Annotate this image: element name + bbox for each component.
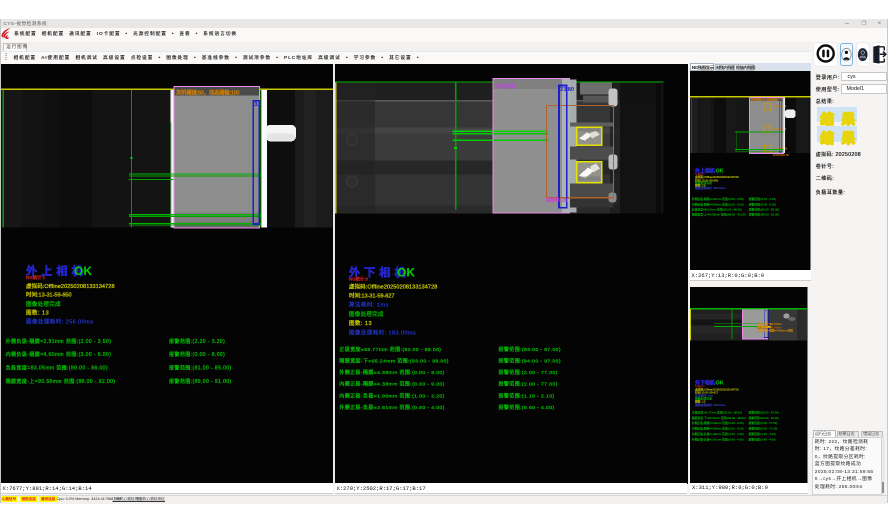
- svg-text:OK: OK: [397, 265, 415, 279]
- svg-text:隔膜宽度-下=95.24mm 范围:(93.00 - 98.: 隔膜宽度-下=95.24mm 范围:(93.00 - 98.00): [339, 357, 449, 364]
- svg-text:NG统计:0: NG统计:0: [349, 275, 369, 282]
- svg-text:隔膜宽度-下=95.24mm 范围:(93.00 - 98.: 隔膜宽度-下=95.24mm 范围:(93.00 - 98.00): [692, 415, 746, 419]
- svg-text:OK: OK: [716, 380, 724, 386]
- svg-text:图数: 13: 图数: 13: [349, 319, 372, 327]
- svg-text:OK: OK: [74, 264, 92, 278]
- svg-text:报警范围:(0.60 - 4.00): 报警范围:(0.60 - 4.00): [498, 403, 554, 410]
- svg-text:隔膜宽度-上=90.56mm 范围:(88.00 - 92.: 隔膜宽度-上=90.56mm 范围:(88.00 - 92.00): [6, 377, 116, 384]
- svg-text:外侧正极-隔膜=4.38mm 范围:(0.00 - 9.00: 外侧正极-隔膜=4.38mm 范围:(0.00 - 9.00): [692, 421, 744, 425]
- svg-text:图像处理耗时: 183.00ms: 图像处理耗时: 183.00ms: [349, 328, 416, 336]
- svg-text:虚拟码:Offline20250208133134728: 虚拟码:Offline20250208133134728: [26, 281, 115, 289]
- svg-text:图像处理完成: 图像处理完成: [349, 309, 384, 317]
- svg-text:报警范围:(1.10 - 2.10): 报警范围:(1.10 - 2.10): [749, 432, 776, 436]
- svg-text:报警范围:(83.00 - 87.00): 报警范围:(83.00 - 87.00): [498, 345, 560, 352]
- svg-text:正极宽度=83.77mm 范围:(82.00 - 88.00: 正极宽度=83.77mm 范围:(82.00 - 88.00): [339, 345, 441, 352]
- svg-text:灰阶阈值:93,动态阈值:100: 灰阶阈值:93,动态阈值:100: [751, 98, 784, 102]
- svg-text:13.64 8x3.78: 13.64 8x3.78: [773, 153, 790, 157]
- svg-text:报警范围:(2.20 - 3.20): 报警范围:(2.20 - 3.20): [169, 337, 225, 344]
- svg-text:时间:13-31-59-650: 时间:13-31-59-650: [26, 290, 72, 298]
- svg-text:报警范围:(94.00 - 97.00): 报警范围:(94.00 - 97.00): [498, 357, 560, 364]
- svg-text:图像处理耗时: 183.00ms: 图像处理耗时: 183.00ms: [695, 402, 726, 406]
- svg-text:图像处理耗时: 256.00ms: 图像处理耗时: 256.00ms: [26, 317, 93, 325]
- svg-text:OK: OK: [716, 169, 724, 175]
- svg-text:报警范围:(2.00 - 77.00): 报警范围:(2.00 - 77.00): [498, 380, 557, 387]
- svg-text:灰阶阈值:93，动态阈值:100: 灰阶阈值:93，动态阈值:100: [176, 88, 240, 96]
- svg-text:报警范围:(81.00 - 85.00): 报警范围:(81.00 - 85.00): [169, 364, 232, 371]
- svg-text:23.80: 23.80: [560, 87, 574, 93]
- svg-text:内侧正极-隔膜=4.38mm 范围:(0.00 - 9.00: 内侧正极-隔膜=4.38mm 范围:(0.00 - 9.00): [692, 426, 744, 430]
- svg-text:负极宽度=83.05mm 范围:(80.00 - 86.00: 负极宽度=83.05mm 范围:(80.00 - 86.00): [6, 364, 108, 371]
- svg-text:内侧正极-负极=1.90mm 范围:(1.00 - 2.20: 内侧正极-负极=1.90mm 范围:(1.00 - 2.20): [339, 392, 444, 399]
- svg-text:隔膜宽度-上=90.56mm 范围:(88.00 - 92.: 隔膜宽度-上=90.56mm 范围:(88.00 - 92.00): [692, 213, 746, 217]
- svg-text:图像处理耗时: 256.00ms: 图像处理耗时: 256.00ms: [695, 186, 726, 190]
- svg-text:外侧正极-隔膜=4.38mm 范围: 外侧正极-隔膜=4.38mm 范围: [757, 328, 793, 332]
- svg-text:内侧正极-负极=1.90mm 范围:(1.00 - 2.20: 内侧正极-负极=1.90mm 范围:(1.00 - 2.20): [692, 432, 744, 436]
- svg-text:报警范围:(83.00 - 87.00): 报警范围:(83.00 - 87.00): [749, 410, 779, 414]
- svg-text:报警范围:(1.10 - 2.10): 报警范围:(1.10 - 2.10): [498, 392, 554, 399]
- svg-text:外侧负极-隔膜=2.91mm 范围:(2.00 - 3.50: 外侧负极-隔膜=2.91mm 范围:(2.00 - 3.50): [692, 197, 744, 201]
- svg-text:报警范围:(0.60 - 4.00): 报警范围:(0.60 - 4.00): [749, 437, 776, 441]
- svg-text:报警范围:(2.00 - 77.00): 报警范围:(2.00 - 77.00): [749, 421, 778, 425]
- svg-text:图数: 13: 图数: 13: [26, 308, 49, 316]
- svg-text:外侧负极-隔膜=2.91mm 范围:(2.00 - 3.50: 外侧负极-隔膜=2.91mm 范围:(2.00 - 3.50): [6, 337, 112, 344]
- svg-text:算法耗时: 1ms: 算法耗时: 1ms: [349, 300, 389, 308]
- svg-text:内侧正极-隔膜=4.38mm 范围:(0.00 - 9.00: 内侧正极-隔膜=4.38mm 范围:(0.00 - 9.00): [339, 380, 444, 387]
- svg-text:时间:13-31-59-627: 时间:13-31-59-627: [349, 291, 394, 299]
- svg-text:AI检测框: AI检测框: [495, 82, 515, 90]
- svg-text:报警范围:(89.00 - 91.00): 报警范围:(89.00 - 91.00): [169, 377, 232, 384]
- svg-text:报警范围:(81.00 - 85.00): 报警范围:(81.00 - 85.00): [749, 207, 779, 211]
- svg-text:报警范围:(89.00 - 91.00): 报警范围:(89.00 - 91.00): [749, 213, 779, 217]
- svg-text:虚拟码:Offline20250208133134728: 虚拟码:Offline20250208133134728: [349, 282, 437, 290]
- svg-text:报警范围:(0.00 - 8.00): 报警范围:(0.00 - 8.00): [749, 202, 776, 206]
- svg-text:报警范围:(2.20 - 3.20): 报警范围:(2.20 - 3.20): [749, 197, 776, 201]
- svg-text:报警范围:(0.00 - 8.00): 报警范围:(0.00 - 8.00): [169, 351, 225, 358]
- svg-text:内侧负极-隔膜=4.60mm 范围:(3.00 - 6.00: 内侧负极-隔膜=4.60mm 范围:(3.00 - 6.00): [6, 351, 112, 358]
- svg-text:报警范围:(2.00 - 77.00): 报警范围:(2.00 - 77.00): [749, 426, 778, 430]
- svg-text:NG统计:1: NG统计:1: [26, 273, 46, 280]
- svg-text:外侧正极-负极=2.61mm 范围:(0.60 - 4.00: 外侧正极-负极=2.61mm 范围:(0.60 - 4.00): [692, 437, 744, 441]
- svg-text:报警范围:(94.00 - 97.00): 报警范围:(94.00 - 97.00): [749, 415, 779, 419]
- svg-text:图像处理完成: 图像处理完成: [26, 300, 61, 308]
- svg-text:报警范围:(2.00 - 77.00): 报警范围:(2.00 - 77.00): [498, 369, 557, 376]
- svg-text:外侧正极-负极=2.61mm 范围:(0.60 - 4.00: 外侧正极-负极=2.61mm 范围:(0.60 - 4.00): [339, 403, 444, 410]
- svg-text:外侧正极-隔膜=4.38mm 范围:(0.00 - 9.00: 外侧正极-隔膜=4.38mm 范围:(0.00 - 9.00): [339, 369, 444, 376]
- svg-text:负极宽度=83.05mm 范围:(80.00 - 86.00: 负极宽度=83.05mm 范围:(80.00 - 86.00): [692, 207, 742, 211]
- svg-text:完整率:100: 完整率:100: [546, 196, 568, 203]
- svg-text:正极宽度=83.77mm 范围:(82.00 - 88.00: 正极宽度=83.77mm 范围:(82.00 - 88.00): [692, 410, 742, 414]
- svg-text:内侧负极-隔膜=4.60mm 范围:(3.00 - 6.00: 内侧负极-隔膜=4.60mm 范围:(3.00 - 6.00): [692, 202, 744, 206]
